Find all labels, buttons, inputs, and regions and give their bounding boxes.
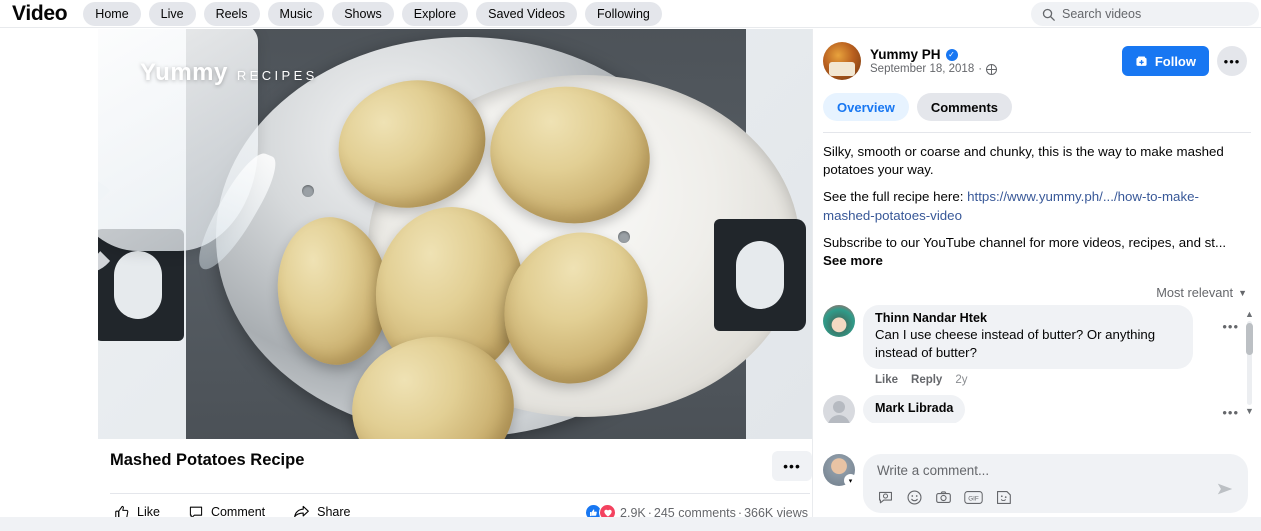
page-bottom-strip (0, 517, 1261, 531)
video-title-row: Mashed Potatoes Recipe ••• (98, 441, 812, 493)
commenter-name[interactable]: Mark Librada (875, 401, 953, 415)
description-paragraph-3: Subscribe to our YouTube channel for mor… (823, 234, 1247, 270)
nav-item-saved-videos[interactable]: Saved Videos (476, 1, 578, 26)
nav-item-following[interactable]: Following (585, 1, 662, 26)
comment-timestamp: 2y (955, 374, 968, 387)
comment-bubble: Thinn Nandar Htek Can I use cheese inste… (863, 305, 1193, 370)
comment-bubble: Mark Librada (863, 395, 966, 424)
scroll-down-arrow-icon[interactable]: ▼ (1244, 406, 1255, 417)
comment-composer: ▾ Write a comment... GIF (813, 454, 1261, 513)
tab-overview[interactable]: Overview (823, 93, 909, 121)
poster-row: Yummy PH ✓ September 18, 2018 · Follow •… (813, 29, 1261, 80)
composer-icon-row: GIF (877, 489, 1234, 506)
commenter-name[interactable]: Thinn Nandar Htek (875, 311, 1181, 325)
current-user-avatar[interactable]: ▾ (823, 454, 857, 487)
nav-pill-group: Home Live Reels Music Shows Explore Save… (83, 1, 662, 26)
comment-body: Mark Librada (863, 395, 1214, 424)
comments-list: Thinn Nandar Htek Can I use cheese inste… (813, 305, 1261, 424)
verified-badge-icon: ✓ (945, 48, 958, 61)
follow-button[interactable]: Follow (1121, 46, 1209, 76)
nav-item-music[interactable]: Music (267, 1, 325, 26)
emoji-icon[interactable] (906, 489, 923, 506)
recipe-link-prefix: See the full recipe here: (823, 189, 968, 205)
nav-item-live[interactable]: Live (148, 1, 196, 26)
comment-item: Thinn Nandar Htek Can I use cheese inste… (823, 305, 1239, 393)
comment-sort-row: Most relevant ▼ (813, 279, 1261, 305)
nav-item-reels[interactable]: Reels (203, 1, 260, 26)
post-meta: September 18, 2018 · (870, 63, 1122, 75)
meta-separator: · (978, 63, 983, 75)
pot-rivet (618, 231, 630, 243)
comment-more-options-button[interactable]: ••• (1214, 305, 1239, 334)
follow-label: Follow (1154, 53, 1196, 69)
gif-icon[interactable]: GIF (964, 490, 983, 505)
search-input[interactable]: Search videos (1031, 2, 1259, 26)
nav-item-shows[interactable]: Shows (332, 1, 394, 26)
side-panel: Yummy PH ✓ September 18, 2018 · Follow •… (812, 29, 1261, 531)
video-player[interactable]: Yummy RECIPES (98, 29, 812, 439)
chevron-down-icon: ▼ (1238, 287, 1247, 298)
description-truncated-text: Subscribe to our YouTube channel for mor… (823, 234, 1227, 250)
pot-rivet (302, 185, 314, 197)
commenter-avatar[interactable] (823, 305, 855, 338)
video-title: Mashed Potatoes Recipe (110, 451, 305, 469)
description-paragraph-2: See the full recipe here: https://www.yu… (823, 188, 1247, 224)
nav-item-explore[interactable]: Explore (401, 1, 469, 26)
top-navigation-bar: Video Home Live Reels Music Shows Explor… (0, 0, 1261, 28)
commenter-avatar[interactable] (823, 395, 855, 424)
post-date: September 18, 2018 (870, 63, 975, 75)
poster-info: Yummy PH ✓ September 18, 2018 · (870, 47, 1122, 75)
comment-more-options-button[interactable]: ••• (1214, 395, 1239, 420)
comment-sort-dropdown[interactable]: Most relevant ▼ (1156, 285, 1247, 300)
svg-text:GIF: GIF (968, 495, 979, 502)
comment-input-box[interactable]: Write a comment... GIF (863, 454, 1248, 513)
search-icon (1042, 8, 1055, 21)
follow-plus-icon (1135, 55, 1148, 68)
comment-text: Can I use cheese instead of butter? Or a… (875, 327, 1156, 360)
chevron-down-icon[interactable]: ▾ (844, 474, 857, 487)
description-paragraph-1: Silky, smooth or coarse and chunky, this… (823, 144, 1224, 178)
comments-scrollbar[interactable]: ▲ ▼ (1244, 309, 1255, 417)
sort-label: Most relevant (1156, 285, 1234, 301)
comment-sticker-icon[interactable] (877, 489, 894, 506)
scroll-up-arrow-icon[interactable]: ▲ (1244, 309, 1255, 320)
side-tab-row: Overview Comments (813, 80, 1261, 132)
poster-name[interactable]: Yummy PH (870, 47, 941, 62)
avatar-sticker-icon[interactable] (995, 489, 1012, 506)
send-icon[interactable] (1216, 480, 1234, 503)
comment-reply-button[interactable]: Reply (911, 374, 942, 386)
comment-input-placeholder: Write a comment... (877, 463, 990, 478)
tab-comments[interactable]: Comments (916, 93, 1013, 121)
poster-avatar[interactable] (823, 42, 861, 80)
comment-actions: Like Reply 2y (863, 369, 1214, 393)
globe-icon (986, 63, 998, 75)
search-placeholder: Search videos (1062, 7, 1142, 21)
scrollbar-thumb[interactable] (1246, 323, 1253, 356)
nav-item-home[interactable]: Home (83, 1, 141, 26)
video-column: Yummy RECIPES Mashed Potatoes Recipe •••… (0, 29, 812, 524)
comment-item: Mark Librada ••• (823, 395, 1239, 424)
see-more-button[interactable]: See more (823, 253, 883, 268)
side-more-options-button[interactable]: ••• (1217, 46, 1247, 76)
app-title: Video (12, 1, 68, 25)
pot-handle-right (714, 219, 806, 331)
video-description: Silky, smooth or coarse and chunky, this… (813, 133, 1261, 270)
video-meta-section: Mashed Potatoes Recipe ••• Like Comment (98, 441, 812, 521)
comment-like-button[interactable]: Like (875, 374, 898, 386)
video-more-options-button[interactable]: ••• (772, 451, 812, 481)
camera-icon[interactable] (935, 489, 952, 506)
comment-body: Thinn Nandar Htek Can I use cheese inste… (863, 305, 1214, 393)
poster-name-row: Yummy PH ✓ (870, 47, 1122, 62)
